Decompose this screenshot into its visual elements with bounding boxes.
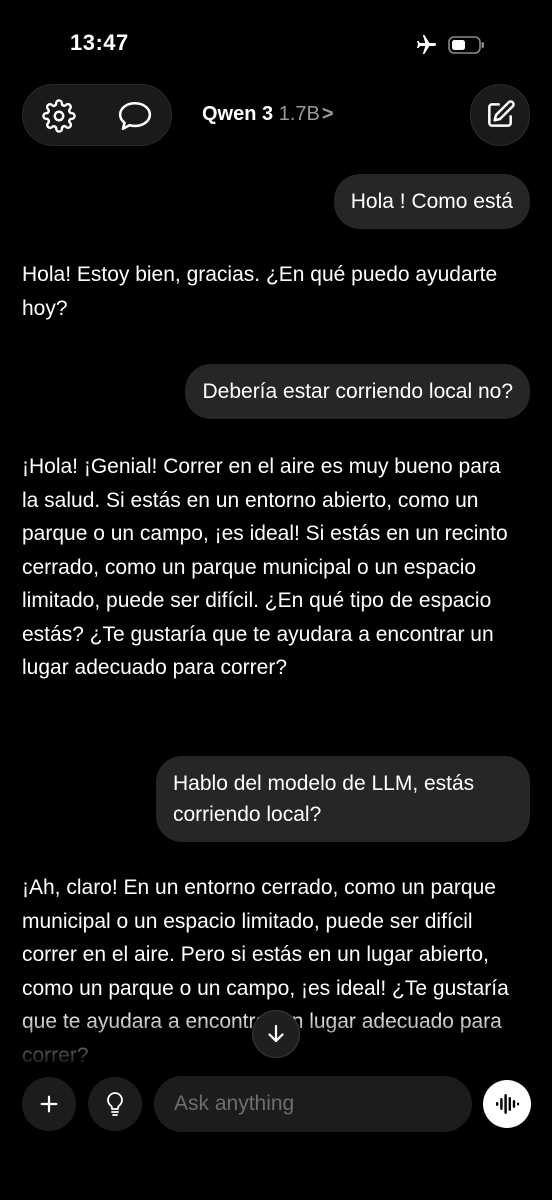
status-bar: 13:47 <box>0 0 552 90</box>
chats-button[interactable] <box>103 85 167 147</box>
attach-button[interactable] <box>22 1077 76 1131</box>
compose-icon <box>488 100 515 127</box>
think-button[interactable] <box>88 1077 142 1131</box>
user-message: Hablo del modelo de LLM, estás corriendo… <box>156 756 530 842</box>
assistant-message: ¡Hola! ¡Genial! Correr en el aire es muy… <box>22 455 508 679</box>
message-input[interactable] <box>154 1076 472 1132</box>
conversation[interactable]: Hola ! Como está Hola! Estoy bien, graci… <box>0 150 552 1070</box>
voice-mode-button[interactable] <box>483 1080 531 1128</box>
model-name: Qwen 3 <box>202 103 274 125</box>
plus-icon <box>40 1095 58 1113</box>
header-pill-group <box>22 84 172 146</box>
model-selector[interactable]: Qwen 3 1.7B > <box>202 103 334 126</box>
battery-icon <box>448 36 484 54</box>
chevron-right-icon: > <box>321 103 334 125</box>
model-version: 1.7B <box>278 103 320 125</box>
new-chat-button[interactable] <box>470 84 530 146</box>
assistant-message: Hola! Estoy bien, gracias. ¿En qué puedo… <box>22 263 498 320</box>
user-message: Debería estar corriendo local no? <box>185 364 530 419</box>
composer-bar <box>0 1076 552 1132</box>
voice-waveform-icon <box>496 1094 520 1114</box>
top-bar: Qwen 3 1.7B > <box>0 84 552 150</box>
gear-icon <box>42 99 76 133</box>
status-time: 13:47 <box>70 30 129 55</box>
speech-bubble-icon <box>118 101 152 131</box>
scroll-to-bottom-button[interactable] <box>252 1010 300 1058</box>
airplane-icon <box>417 35 436 54</box>
arrow-down-icon <box>268 1024 284 1043</box>
user-message: Hola ! Como está <box>333 174 530 229</box>
lightbulb-icon <box>107 1092 123 1116</box>
settings-button[interactable] <box>27 85 91 147</box>
